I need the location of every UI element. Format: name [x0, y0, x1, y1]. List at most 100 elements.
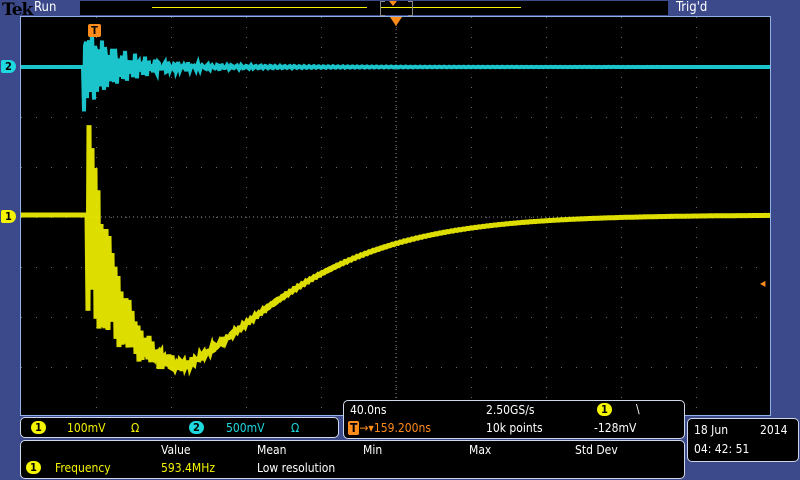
grid-dot	[696, 357, 697, 358]
grid-dot	[456, 367, 457, 368]
grid-dot	[726, 317, 727, 318]
grid-dot	[246, 57, 247, 58]
grid-dot	[696, 407, 697, 408]
grid-dot	[396, 27, 397, 28]
grid-dot	[381, 317, 382, 318]
grid-dot	[456, 117, 457, 118]
grid-dot	[621, 167, 622, 168]
grid-dot	[96, 117, 97, 118]
grid-dot	[426, 217, 427, 218]
grid-dot	[321, 317, 322, 318]
grid-dot	[711, 117, 712, 118]
grid-dot	[546, 57, 547, 58]
record-view-bar[interactable]	[80, 1, 668, 16]
grid-dot	[501, 267, 502, 268]
grid-dot	[246, 197, 247, 198]
grid-dot	[471, 217, 472, 218]
grid-dot	[636, 317, 637, 318]
ch1-badge[interactable]: 1	[31, 421, 46, 434]
measurement-panel: Value Mean Min Max Std Dev 1 Frequency 5…	[20, 440, 685, 479]
grid-dot	[576, 117, 577, 118]
grid-dot	[621, 177, 622, 178]
grid-dot	[726, 267, 727, 268]
grid-dot	[471, 157, 472, 158]
grid-dot	[111, 367, 112, 368]
grid-dot	[546, 87, 547, 88]
grid-dot	[261, 167, 262, 168]
grid-dot	[156, 267, 157, 268]
ch1-scale[interactable]: 100mV	[67, 421, 106, 435]
trigger-position-marker[interactable]: T	[88, 24, 101, 37]
trigger-delay[interactable]: T →▾159.200ns	[348, 421, 431, 435]
grid-dot	[471, 387, 472, 388]
grid-dot	[231, 117, 232, 118]
grid-dot	[696, 387, 697, 388]
waveform-display[interactable]	[20, 16, 771, 417]
grid-dot	[246, 307, 247, 308]
trigger-slope-icon[interactable]: \	[636, 402, 640, 416]
grid-dot	[351, 117, 352, 118]
grid-dot	[666, 117, 667, 118]
grid-dot	[246, 227, 247, 228]
grid-dot	[171, 277, 172, 278]
grid-dot	[471, 317, 472, 318]
grid-dot	[696, 147, 697, 148]
grid-dot	[36, 367, 37, 368]
grid-dot	[471, 297, 472, 298]
trigger-level[interactable]: -128mV	[594, 421, 636, 435]
grid-dot	[201, 267, 202, 268]
ch2-scale[interactable]: 500mV	[226, 421, 265, 435]
grid-dot	[696, 97, 697, 98]
grid-dot	[321, 377, 322, 378]
grid-dot	[171, 247, 172, 248]
grid-dot	[96, 37, 97, 38]
ch2-ground-marker[interactable]: 2	[1, 60, 16, 73]
ch2-badge[interactable]: 2	[189, 421, 204, 434]
grid-dot	[291, 117, 292, 118]
grid-dot	[51, 267, 52, 268]
grid-dot	[171, 217, 172, 218]
record-length[interactable]: 10k points	[486, 421, 543, 435]
grid-dot	[276, 267, 277, 268]
grid-dot	[246, 287, 247, 288]
grid-dot	[51, 367, 52, 368]
grid-dot	[321, 257, 322, 258]
grid-dot	[726, 367, 727, 368]
grid-dot	[531, 267, 532, 268]
ch1-ground-marker[interactable]: 1	[1, 210, 16, 223]
grid-dot	[681, 117, 682, 118]
grid-dot	[441, 317, 442, 318]
trigger-level-arrow-icon[interactable]: ◂	[760, 276, 765, 290]
grid-dot	[471, 177, 472, 178]
grid-dot	[696, 17, 697, 18]
grid-dot	[321, 297, 322, 298]
grid-dot	[291, 267, 292, 268]
grid-dot	[171, 27, 172, 28]
trigger-source-badge[interactable]: 1	[597, 403, 612, 416]
grid-dot	[156, 117, 157, 118]
time: 04: 42: 51	[694, 442, 750, 456]
grid-dot	[441, 367, 442, 368]
grid-dot	[396, 267, 397, 268]
grid-dot	[171, 157, 172, 158]
grid-dot	[21, 167, 22, 168]
grid-dot	[66, 167, 67, 168]
grid-dot	[396, 187, 397, 188]
grid-dot	[546, 207, 547, 208]
grid-dot	[636, 367, 637, 368]
grid-dot	[171, 87, 172, 88]
grid-dot	[531, 217, 532, 218]
grid-dot	[471, 287, 472, 288]
grid-dot	[546, 247, 547, 248]
grid-dot	[546, 37, 547, 38]
grid-dot	[546, 77, 547, 78]
meas-header-min: Min	[363, 443, 383, 457]
grid-dot	[471, 127, 472, 128]
grid-dot	[546, 377, 547, 378]
grid-dot	[171, 287, 172, 288]
grid-dot	[621, 317, 622, 318]
grid-dot	[696, 317, 697, 318]
year: 2014	[760, 423, 788, 437]
horizontal-scale[interactable]: 40.0ns	[350, 403, 387, 417]
grid-dot	[546, 107, 547, 108]
